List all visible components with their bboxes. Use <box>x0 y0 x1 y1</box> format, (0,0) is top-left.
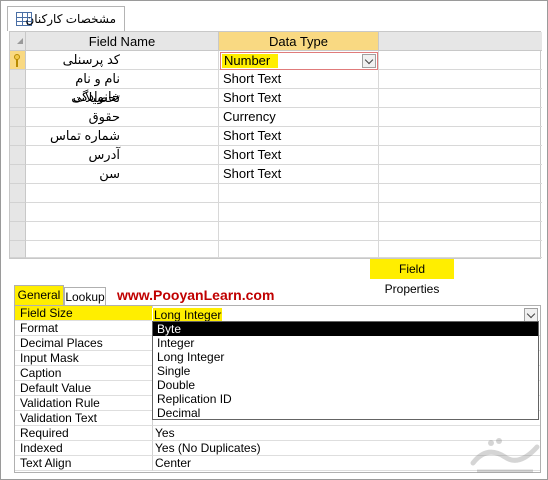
data-type-cell[interactable] <box>219 222 379 241</box>
dropdown-option[interactable]: Single <box>153 364 538 378</box>
table-design-window: مشخصات کارکنان Field Name Data Type کد پ… <box>0 0 548 480</box>
empty-grid-row[interactable] <box>10 184 542 203</box>
document-tab-label: مشخصات کارکنان <box>25 12 116 26</box>
dropdown-option[interactable]: Double <box>153 378 538 392</box>
data-type-cell[interactable]: Currency <box>219 108 379 127</box>
description-cell[interactable] <box>379 127 542 146</box>
grid-corner <box>10 32 26 51</box>
description-cell[interactable] <box>379 203 542 222</box>
grid-row[interactable]: آدرس Short Text <box>10 146 542 165</box>
data-type-cell[interactable]: Short Text <box>219 165 379 184</box>
description-cell[interactable] <box>379 146 542 165</box>
field-name-cell[interactable]: تحصیلات <box>26 89 219 108</box>
description-cell[interactable] <box>379 222 542 241</box>
property-row-required[interactable]: Required Yes <box>15 426 540 441</box>
field-name-cell[interactable] <box>26 203 219 222</box>
grid-row[interactable]: نام و نام خانوادگی Short Text <box>10 70 542 104</box>
field-size-value: Long Integer <box>153 308 223 322</box>
row-selector[interactable] <box>10 241 26 258</box>
description-cell[interactable] <box>379 241 542 258</box>
property-label: Default Value <box>15 381 153 396</box>
grid-row[interactable]: کد پرسنلی Number <box>10 51 542 70</box>
primary-key-icon <box>13 54 21 67</box>
field-properties-label: Field Properties <box>370 259 454 296</box>
row-selector[interactable] <box>10 108 26 127</box>
document-tab[interactable]: مشخصات کارکنان <box>7 6 125 31</box>
row-selector[interactable] <box>10 203 26 222</box>
field-name-cell[interactable] <box>26 241 219 258</box>
property-label: Validation Text <box>15 411 153 426</box>
field-name-header[interactable]: Field Name <box>26 32 219 51</box>
row-selector[interactable] <box>10 146 26 165</box>
field-size-combo[interactable]: Long Integer <box>152 308 539 322</box>
field-name-cell[interactable]: حقوق <box>26 108 219 127</box>
grid-row[interactable]: تحصیلات Short Text <box>10 89 542 108</box>
row-selector[interactable] <box>10 184 26 203</box>
field-name-cell[interactable]: نام و نام خانوادگی <box>26 70 219 104</box>
grid-row[interactable]: شماره تماس Short Text <box>10 127 542 146</box>
field-name-cell[interactable]: سن <box>26 165 219 184</box>
description-cell[interactable] <box>379 70 542 89</box>
dropdown-option[interactable]: Decimal <box>153 406 538 420</box>
property-label: Field Size <box>15 306 153 321</box>
field-name-cell[interactable]: شماره تماس <box>26 127 219 146</box>
description-cell[interactable] <box>379 108 542 127</box>
empty-grid-row[interactable] <box>10 222 542 241</box>
row-selector[interactable] <box>10 165 26 184</box>
property-label: Text Align <box>15 456 153 471</box>
grid-row[interactable]: حقوق Currency <box>10 108 542 127</box>
dropdown-option[interactable]: Integer <box>153 336 538 350</box>
dropdown-option[interactable]: Byte <box>153 322 538 336</box>
property-label: Caption <box>15 366 153 381</box>
field-name-cell[interactable] <box>26 184 219 203</box>
data-type-cell[interactable] <box>219 184 379 203</box>
property-label: Indexed <box>15 441 153 456</box>
property-label: Format <box>15 321 153 336</box>
row-selector[interactable] <box>10 127 26 146</box>
row-selector[interactable] <box>10 222 26 241</box>
property-label: Decimal Places <box>15 336 153 351</box>
data-type-dropdown[interactable]: Number <box>220 52 378 70</box>
tab-lookup[interactable]: Lookup <box>64 287 106 305</box>
row-selector[interactable] <box>10 89 26 108</box>
property-row-indexed[interactable]: Indexed Yes (No Duplicates) <box>15 441 540 456</box>
data-type-cell[interactable]: Short Text <box>219 70 379 89</box>
row-selector[interactable] <box>10 51 26 70</box>
row-selector[interactable] <box>10 70 26 89</box>
data-type-cell[interactable]: Short Text <box>219 127 379 146</box>
chevron-down-icon[interactable] <box>362 54 376 68</box>
tab-general[interactable]: General <box>14 285 64 305</box>
property-label: Input Mask <box>15 351 153 366</box>
property-label: Validation Rule <box>15 396 153 411</box>
description-header[interactable] <box>379 32 542 51</box>
field-name-cell[interactable] <box>26 222 219 241</box>
data-type-cell[interactable]: Short Text <box>219 89 379 108</box>
description-cell[interactable] <box>379 165 542 184</box>
data-type-cell[interactable]: Short Text <box>219 146 379 165</box>
data-type-header[interactable]: Data Type <box>219 32 379 51</box>
data-type-cell[interactable] <box>219 203 379 222</box>
grid-row[interactable]: سن Short Text <box>10 165 542 184</box>
watermark-url: www.PooyanLearn.com <box>117 287 275 303</box>
field-name-cell[interactable]: کد پرسنلی <box>26 51 219 70</box>
empty-grid-row[interactable] <box>10 203 542 222</box>
dropdown-option[interactable]: Long Integer <box>153 350 538 364</box>
property-row-text-align[interactable]: Text Align Center <box>15 456 540 471</box>
field-design-grid: Field Name Data Type کد پرسنلی Number نا… <box>9 31 542 259</box>
property-label: Required <box>15 426 153 441</box>
description-cell[interactable] <box>379 51 542 70</box>
description-cell[interactable] <box>379 184 542 203</box>
dropdown-option[interactable]: Replication ID <box>153 392 538 406</box>
description-cell[interactable] <box>379 89 542 108</box>
chevron-down-icon[interactable] <box>524 308 538 322</box>
data-type-value: Number <box>222 54 278 68</box>
site-logo <box>470 438 540 473</box>
empty-grid-row[interactable] <box>10 241 542 258</box>
field-name-cell[interactable]: آدرس <box>26 146 219 165</box>
data-type-cell[interactable] <box>219 241 379 258</box>
field-size-dropdown-list: Byte Integer Long Integer Single Double … <box>152 321 539 420</box>
